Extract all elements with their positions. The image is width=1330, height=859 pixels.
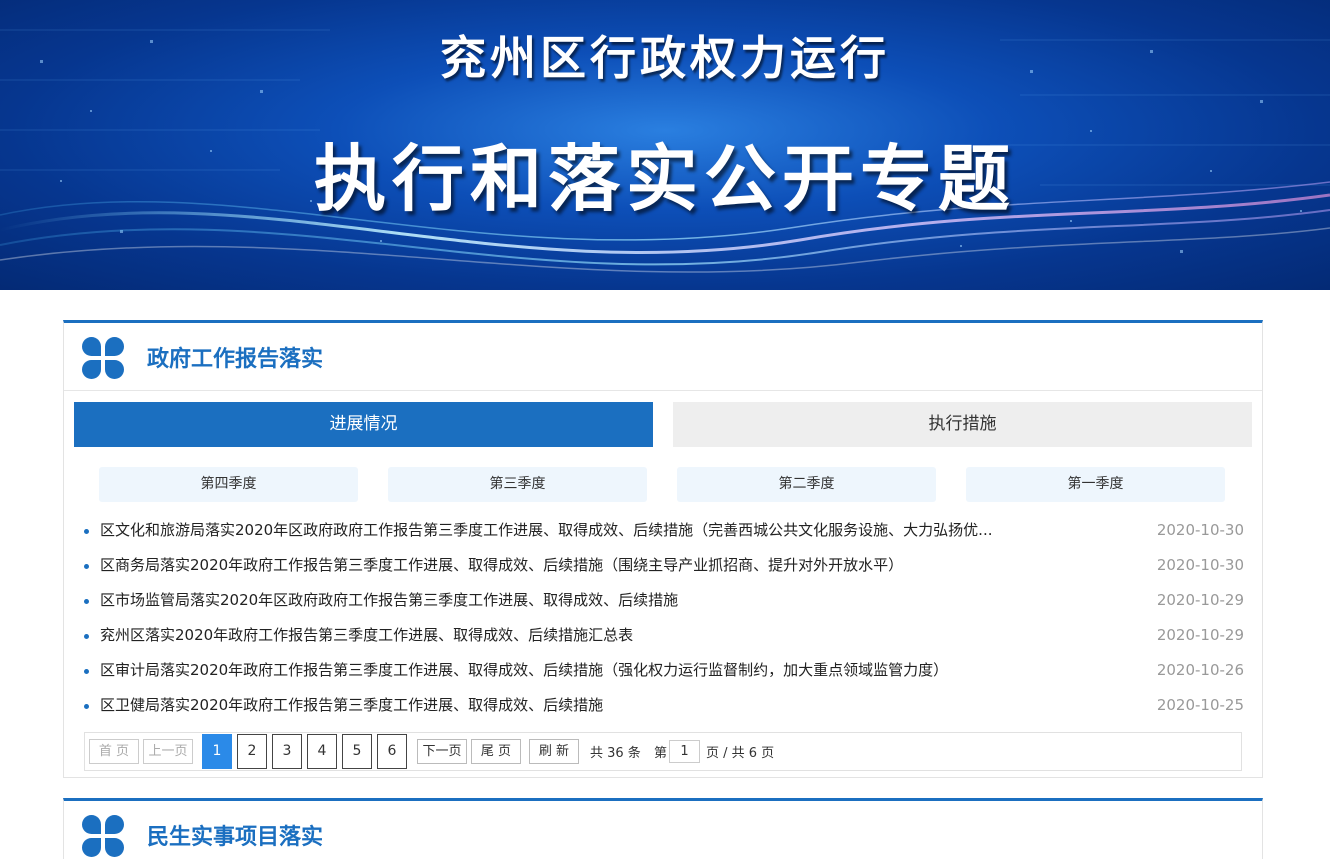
bullet-icon — [84, 529, 89, 534]
page-jump-input[interactable] — [669, 740, 700, 763]
clover-icon — [82, 337, 124, 379]
page-button-4[interactable]: 4 — [307, 734, 337, 769]
page-suffix: 页 / 共 6 页 — [706, 746, 775, 761]
list-item-title[interactable]: 区审计局落实2020年政府工作报告第三季度工作进展、取得成效、后续措施（强化权力… — [100, 653, 1060, 688]
banner-title-line2: 执行和落实公开专题 — [313, 137, 1016, 221]
list-item-date: 2020-10-30 — [1156, 556, 1244, 574]
list-item-date: 2020-10-25 — [1156, 696, 1244, 714]
tab-progress[interactable]: 进展情况 — [74, 402, 653, 447]
main-tabs: 进展情况 执行措施 — [74, 402, 1252, 447]
bullet-icon — [84, 564, 89, 569]
list-item: 区文化和旅游局落实2020年区政府政府工作报告第三季度工作进展、取得成效、后续措… — [84, 513, 1244, 548]
list-item-title[interactable]: 区文化和旅游局落实2020年区政府政府工作报告第三季度工作进展、取得成效、后续措… — [100, 513, 1060, 548]
page-prefix: 第 — [654, 746, 668, 761]
total-count: 共 36 条 — [590, 746, 641, 761]
banner-title-line1: 兖州区行政权力运行 — [440, 31, 890, 85]
list-item: 区市场监管局落实2020年区政府政府工作报告第三季度工作进展、取得成效、后续措施… — [84, 583, 1244, 618]
section-title[interactable]: 民生实事项目落实 — [147, 819, 323, 851]
list-item-date: 2020-10-29 — [1156, 591, 1244, 609]
bullet-icon — [84, 634, 89, 639]
page-button-1[interactable]: 1 — [202, 734, 232, 769]
list-item: 区商务局落实2020年政府工作报告第三季度工作进展、取得成效、后续措施（围绕主导… — [84, 548, 1244, 583]
section-livelihood-projects: 民生实事项目落实 — [63, 798, 1263, 859]
header-banner: 兖州区行政权力运行 执行和落实公开专题 — [0, 0, 1330, 290]
list-item: 区审计局落实2020年政府工作报告第三季度工作进展、取得成效、后续措施（强化权力… — [84, 653, 1244, 688]
bullet-icon — [84, 599, 89, 604]
refresh-button[interactable]: 刷 新 — [529, 739, 579, 764]
page-button-5[interactable]: 5 — [342, 734, 372, 769]
clover-icon — [82, 815, 124, 857]
page-button-2[interactable]: 2 — [237, 734, 267, 769]
news-list: 区文化和旅游局落实2020年区政府政府工作报告第三季度工作进展、取得成效、后续措… — [84, 513, 1244, 723]
list-item: 区卫健局落实2020年政府工作报告第三季度工作进展、取得成效、后续措施 2020… — [84, 688, 1244, 723]
list-item-title[interactable]: 兖州区落实2020年政府工作报告第三季度工作进展、取得成效、后续措施汇总表 — [100, 618, 1060, 653]
first-page-button[interactable]: 首 页 — [89, 739, 139, 764]
prev-page-button[interactable]: 上一页 — [143, 739, 193, 764]
list-item-date: 2020-10-26 — [1156, 661, 1244, 679]
pagination: 首 页 上一页 1 2 3 4 5 6 下一页 尾 页 刷 新 共 36 条 第… — [84, 732, 1242, 771]
bullet-icon — [84, 669, 89, 674]
section-government-report: 政府工作报告落实 进展情况 执行措施 第四季度 第三季度 第二季度 第一季度 区… — [63, 320, 1263, 778]
last-page-button[interactable]: 尾 页 — [471, 739, 521, 764]
section-header: 政府工作报告落实 — [64, 323, 1262, 391]
bullet-icon — [84, 704, 89, 709]
subtab-q3[interactable]: 第三季度 — [388, 467, 647, 502]
subtab-q4[interactable]: 第四季度 — [99, 467, 358, 502]
list-item-date: 2020-10-30 — [1156, 521, 1244, 539]
next-page-button[interactable]: 下一页 — [417, 739, 467, 764]
list-item-title[interactable]: 区卫健局落实2020年政府工作报告第三季度工作进展、取得成效、后续措施 — [100, 688, 1060, 723]
subtab-q1[interactable]: 第一季度 — [966, 467, 1225, 502]
tab-measures[interactable]: 执行措施 — [673, 402, 1252, 447]
list-item: 兖州区落实2020年政府工作报告第三季度工作进展、取得成效、后续措施汇总表 20… — [84, 618, 1244, 653]
section-title[interactable]: 政府工作报告落实 — [147, 341, 323, 373]
page-button-3[interactable]: 3 — [272, 734, 302, 769]
list-item-title[interactable]: 区市场监管局落实2020年区政府政府工作报告第三季度工作进展、取得成效、后续措施 — [100, 583, 1060, 618]
subtab-q2[interactable]: 第二季度 — [677, 467, 936, 502]
list-item-date: 2020-10-29 — [1156, 626, 1244, 644]
page-button-6[interactable]: 6 — [377, 734, 407, 769]
list-item-title[interactable]: 区商务局落实2020年政府工作报告第三季度工作进展、取得成效、后续措施（围绕主导… — [100, 548, 1060, 583]
section-header: 民生实事项目落实 — [64, 801, 1262, 859]
